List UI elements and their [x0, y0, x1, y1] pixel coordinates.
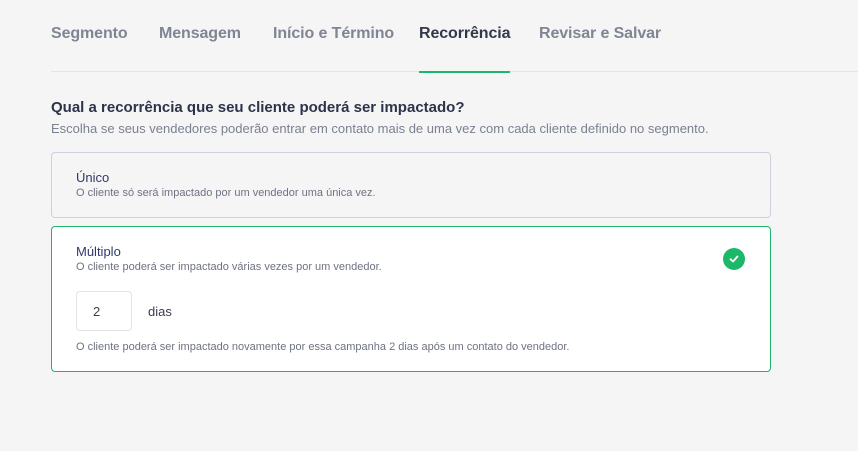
tab-revisar-salvar[interactable]: Revisar e Salvar: [539, 25, 661, 72]
check-circle-icon: [723, 248, 745, 270]
recurrence-page: Segmento Mensagem Início e Término Recor…: [0, 0, 858, 451]
option-unico-card[interactable]: Único O cliente só será impactado por um…: [51, 152, 771, 218]
option-multiplo-title: Múltiplo: [76, 244, 121, 259]
section-subtitle: Escolha se seus vendedores poderão entra…: [51, 121, 709, 136]
option-multiplo-card[interactable]: Múltiplo O cliente poderá ser impactado …: [51, 226, 771, 372]
option-multiplo-description: O cliente poderá ser impactado várias ve…: [76, 261, 382, 273]
section-title: Qual a recorrência que seu cliente poder…: [51, 99, 465, 116]
recurrence-note: O cliente poderá ser impactado novamente…: [76, 341, 570, 353]
days-input[interactable]: [76, 291, 132, 331]
tab-segmento[interactable]: Segmento: [51, 25, 128, 72]
days-unit-label: dias: [148, 304, 172, 319]
tab-recorrencia[interactable]: Recorrência: [419, 25, 511, 73]
wizard-tabs: Segmento Mensagem Início e Término Recor…: [51, 0, 858, 73]
option-unico-description: O cliente só será impactado por um vende…: [76, 187, 376, 199]
option-unico-title: Único: [76, 170, 110, 185]
tab-mensagem[interactable]: Mensagem: [159, 25, 241, 72]
tab-inicio-termino[interactable]: Início e Término: [273, 25, 394, 72]
